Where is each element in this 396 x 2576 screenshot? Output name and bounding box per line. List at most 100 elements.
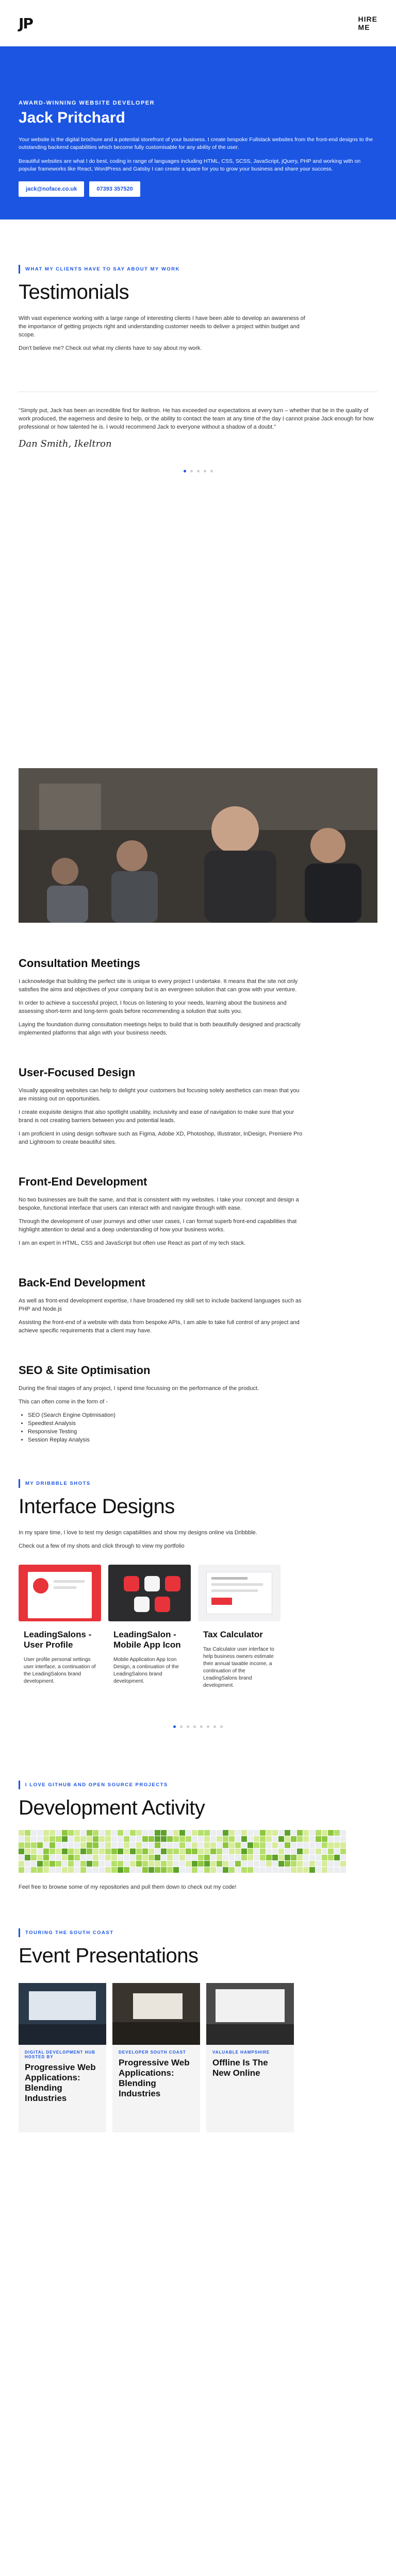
- carousel-dot[interactable]: [173, 1725, 176, 1728]
- contribution-cell: [111, 1836, 117, 1842]
- contribution-cell: [93, 1836, 98, 1842]
- carousel-dot[interactable]: [203, 470, 206, 472]
- dribbble-card[interactable]: Tax Calculator Tax Calculator user inter…: [198, 1565, 280, 1689]
- service-back-end: Back-End Development As well as front-en…: [19, 1276, 377, 1335]
- contribution-cell: [204, 1855, 210, 1860]
- contribution-cell: [62, 1836, 68, 1842]
- dribbble-card-title: LeadingSalon - Mobile App Icon: [113, 1630, 181, 1650]
- contribution-cell: [37, 1836, 43, 1842]
- phone-button[interactable]: 07393 357520: [89, 181, 140, 197]
- contribution-cell: [303, 1849, 309, 1854]
- contribution-cell: [167, 1861, 173, 1867]
- contribution-cell: [217, 1849, 222, 1854]
- contribution-cell: [62, 1830, 68, 1836]
- contribution-cell: [136, 1849, 142, 1854]
- contribution-cell: [43, 1836, 49, 1842]
- carousel-dot[interactable]: [187, 1725, 189, 1728]
- site-logo[interactable]: JP: [19, 15, 34, 32]
- contribution-cell: [56, 1855, 61, 1860]
- contribution-cell: [56, 1836, 61, 1842]
- carousel-dot[interactable]: [200, 1725, 203, 1728]
- contribution-cell: [161, 1836, 167, 1842]
- carousel-dot[interactable]: [220, 1725, 223, 1728]
- contribution-cell: [124, 1849, 129, 1854]
- contribution-cell: [105, 1842, 111, 1848]
- hire-me-link[interactable]: HIRE ME: [358, 15, 377, 31]
- carousel-dot[interactable]: [180, 1725, 183, 1728]
- contribution-cell: [31, 1830, 37, 1836]
- contribution-cell: [229, 1836, 235, 1842]
- contribution-cell: [173, 1836, 179, 1842]
- contribution-cell: [56, 1867, 61, 1873]
- contribution-cell: [322, 1855, 327, 1860]
- contribution-cell: [142, 1861, 148, 1867]
- contribution-cell: [148, 1830, 154, 1836]
- contribution-cell: [303, 1836, 309, 1842]
- event-card[interactable]: DEVELOPER SOUTH COAST Progressive Web Ap…: [112, 1983, 200, 2132]
- contribution-cell: [56, 1849, 61, 1854]
- contribution-cell: [309, 1867, 315, 1873]
- contribution-cell: [192, 1855, 197, 1860]
- contribution-cell: [297, 1855, 303, 1860]
- contribution-cell: [340, 1849, 346, 1854]
- dribbble-card[interactable]: LeadingSalon - Mobile App Icon Mobile Ap…: [108, 1565, 191, 1689]
- event-card[interactable]: DIGITAL DEVELOPMENT HUB HOSTED BY Progre…: [19, 1983, 106, 2132]
- carousel-dot[interactable]: [196, 470, 200, 472]
- contribution-cell: [99, 1861, 105, 1867]
- contribution-cell: [130, 1855, 136, 1860]
- carousel-dot[interactable]: [193, 1725, 196, 1728]
- contribution-cell: [130, 1842, 136, 1848]
- contribution-cell: [229, 1855, 235, 1860]
- contribution-cell: [198, 1855, 204, 1860]
- contribution-cell: [19, 1836, 24, 1842]
- email-button[interactable]: jack@noface.co.uk: [19, 181, 85, 197]
- carousel-dot[interactable]: [207, 1725, 209, 1728]
- contribution-cell: [266, 1830, 272, 1836]
- contribution-cell: [74, 1849, 80, 1854]
- carousel-dot[interactable]: [190, 470, 193, 472]
- contribution-cell: [179, 1830, 185, 1836]
- contribution-cell: [340, 1842, 346, 1848]
- contribution-cell: [217, 1842, 222, 1848]
- contribution-cell: [136, 1867, 142, 1873]
- dribbble-heading: Interface Designs: [19, 1495, 175, 1518]
- contribution-cell: [173, 1861, 179, 1867]
- consultation-photo-illustration: [19, 768, 377, 923]
- event-tag: VALUABLE HAMPSHIRE: [212, 2050, 270, 2055]
- contribution-cell: [309, 1842, 315, 1848]
- contribution-cell: [229, 1867, 235, 1873]
- service-text: As well as front-end development experti…: [19, 1298, 302, 1312]
- contribution-cell: [235, 1830, 241, 1836]
- contribution-cell: [118, 1861, 123, 1867]
- carousel-dot[interactable]: [210, 470, 213, 472]
- contribution-cell: [291, 1836, 296, 1842]
- contribution-cell: [43, 1849, 49, 1854]
- carousel-dot[interactable]: [213, 1725, 216, 1728]
- contribution-cell: [50, 1849, 55, 1854]
- event-card[interactable]: VALUABLE HAMPSHIRE Offline Is The New On…: [206, 1983, 294, 2132]
- contribution-cell: [254, 1849, 259, 1854]
- dribbble-card[interactable]: LeadingSalons - User Profile User profil…: [19, 1565, 101, 1689]
- contribution-cell: [291, 1830, 296, 1836]
- contribution-cell: [37, 1842, 43, 1848]
- contribution-cell: [43, 1867, 49, 1873]
- contribution-cell: [204, 1830, 210, 1836]
- contribution-cell: [68, 1849, 74, 1854]
- contribution-cell: [155, 1836, 160, 1842]
- contribution-cell: [254, 1855, 259, 1860]
- contribution-cell: [124, 1867, 129, 1873]
- contribution-cell: [297, 1849, 303, 1854]
- contribution-cell: [303, 1830, 309, 1836]
- contribution-cell: [37, 1861, 43, 1867]
- service-title: User-Focused Design: [19, 1066, 136, 1079]
- carousel-dot[interactable]: [183, 470, 186, 472]
- testimonial-quote: "Simply put, Jack has been an incredible…: [19, 408, 374, 430]
- contribution-cell: [25, 1855, 30, 1860]
- event-tag: DEVELOPER SOUTH COAST: [119, 2050, 186, 2055]
- contribution-cell: [99, 1867, 105, 1873]
- contribution-cell: [19, 1830, 24, 1836]
- contribution-cell: [87, 1861, 92, 1867]
- contribution-cell: [62, 1867, 68, 1873]
- contribution-cell: [285, 1849, 290, 1854]
- contribution-cell: [87, 1867, 92, 1873]
